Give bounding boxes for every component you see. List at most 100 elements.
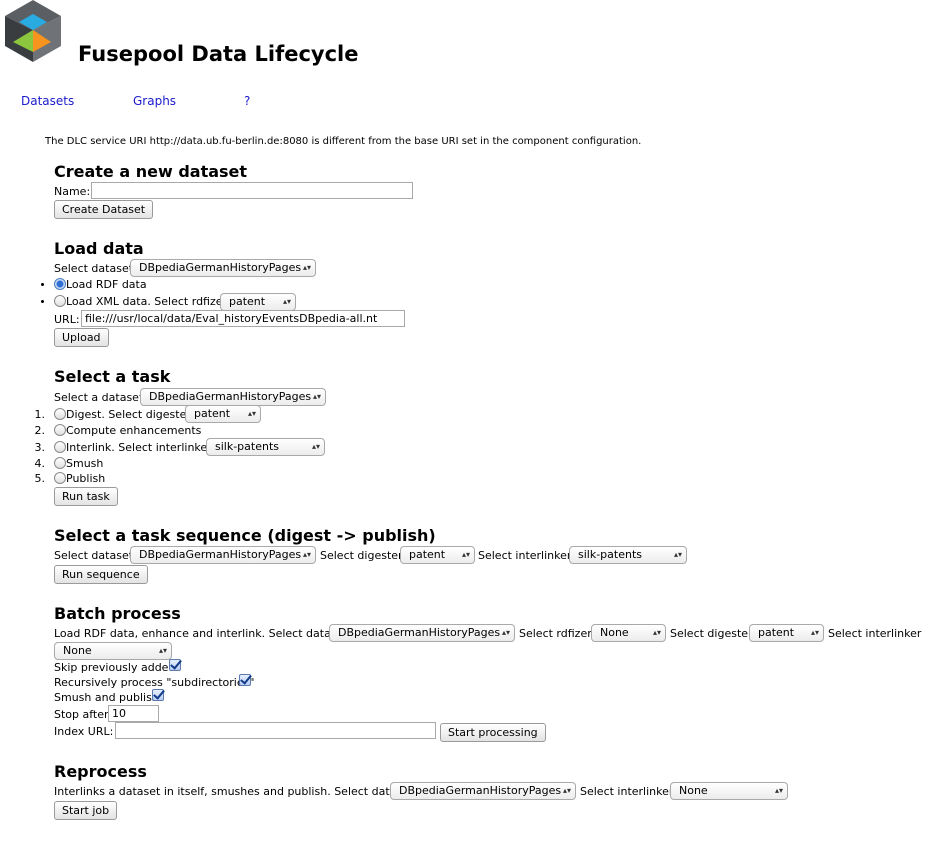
- reprocess-dataset-select[interactable]: DBpediaGermanHistoryPages ▴▾: [390, 782, 576, 800]
- load-xml-label: Load XML data. Select rdfizer: [66, 295, 228, 308]
- task-sequence-heading: Select a task sequence (digest -> publis…: [54, 526, 436, 545]
- task-num: 4.: [34, 457, 46, 470]
- chevron-updown-icon: ▴▾: [774, 786, 783, 795]
- reprocess-dataset-value: DBpediaGermanHistoryPages: [399, 784, 562, 797]
- chevron-updown-icon: ▴▾: [302, 550, 311, 559]
- nav-graphs-link[interactable]: Graphs: [133, 94, 176, 108]
- create-dataset-button[interactable]: Create Dataset: [54, 200, 154, 219]
- seq-interlinker-value: silk-patents: [578, 548, 643, 561]
- rdfizer-select[interactable]: patent ▴▾: [220, 293, 296, 311]
- enhancements-label: Compute enhancements: [66, 424, 202, 437]
- chevron-updown-icon: ▴▾: [673, 550, 682, 559]
- name-label: Name:: [54, 185, 91, 198]
- chevron-updown-icon: ▴▾: [461, 550, 470, 559]
- nav-datasets-link[interactable]: Datasets: [21, 94, 74, 108]
- batch-digester-label: Select digester: [670, 627, 753, 640]
- seq-digester-select[interactable]: patent ▴▾: [400, 546, 475, 564]
- chevron-updown-icon: ▴▾: [810, 628, 819, 637]
- batch-dataset-value: DBpediaGermanHistoryPages: [338, 626, 501, 639]
- load-dataset-value: DBpediaGermanHistoryPages: [139, 261, 302, 274]
- index-url-input[interactable]: [115, 722, 436, 739]
- stop-after-input[interactable]: 10: [108, 705, 159, 722]
- interlink-radio[interactable]: [54, 441, 66, 453]
- smush-publish-label: Smush and publish: [54, 691, 159, 704]
- task-num: 2.: [34, 424, 46, 437]
- chevron-updown-icon: ▴▾: [247, 409, 256, 418]
- smush-radio[interactable]: [54, 457, 66, 469]
- list-bullet: [41, 283, 44, 286]
- batch-rdfizer-select[interactable]: None ▴▾: [591, 624, 666, 642]
- stop-after-label: Stop after: [54, 708, 109, 721]
- task-dataset-value: DBpediaGermanHistoryPages: [149, 390, 312, 403]
- interlinker-select[interactable]: silk-patents ▴▾: [206, 438, 325, 456]
- smush-label: Smush: [66, 457, 104, 470]
- create-dataset-heading: Create a new dataset: [54, 162, 248, 181]
- select-task-heading: Select a task: [54, 367, 171, 386]
- run-sequence-button[interactable]: Run sequence: [54, 565, 148, 584]
- batch-dataset-select[interactable]: DBpediaGermanHistoryPages ▴▾: [329, 624, 515, 642]
- chevron-updown-icon: ▴▾: [501, 628, 510, 637]
- chevron-updown-icon: ▴▾: [311, 442, 320, 451]
- rdfizer-value: patent: [229, 295, 266, 308]
- skip-checkbox[interactable]: [169, 659, 181, 671]
- reprocess-interlinker-select[interactable]: None ▴▾: [670, 782, 788, 800]
- reprocess-interlinker-label: Select interlinker: [580, 785, 674, 798]
- start-job-button[interactable]: Start job: [54, 801, 118, 820]
- task-dataset-select[interactable]: DBpediaGermanHistoryPages ▴▾: [140, 388, 326, 406]
- digester-select[interactable]: patent ▴▾: [185, 405, 261, 423]
- chevron-updown-icon: ▴▾: [158, 646, 167, 655]
- load-dataset-select[interactable]: DBpediaGermanHistoryPages ▴▾: [130, 259, 316, 277]
- run-task-button[interactable]: Run task: [54, 487, 118, 506]
- batch-rdfizer-label: Select rdfizer: [519, 627, 592, 640]
- chevron-updown-icon: ▴▾: [562, 786, 571, 795]
- batch-intro-label: Load RDF data, enhance and interlink. Se…: [54, 627, 348, 640]
- batch-digester-value: patent: [758, 626, 795, 639]
- batch-interlinker-value: None: [63, 644, 92, 657]
- digest-radio[interactable]: [54, 408, 66, 420]
- seq-interlinker-label: Select interlinker: [478, 549, 572, 562]
- digester-value: patent: [194, 407, 231, 420]
- chevron-updown-icon: ▴▾: [312, 392, 321, 401]
- nav-help-link[interactable]: ?: [244, 94, 250, 108]
- skip-label: Skip previously added: [54, 661, 176, 674]
- seq-digester-value: patent: [409, 548, 446, 561]
- batch-digester-select[interactable]: patent ▴▾: [749, 624, 824, 642]
- task-num: 5.: [34, 472, 46, 485]
- digest-label: Digest. Select digester: [66, 408, 191, 421]
- seq-dataset-select[interactable]: DBpediaGermanHistoryPages ▴▾: [130, 546, 316, 564]
- enhancements-radio[interactable]: [54, 424, 66, 436]
- task-num: 3.: [34, 441, 46, 454]
- reprocess-intro-label: Interlinks a dataset in itself, smushes …: [54, 785, 414, 798]
- chevron-updown-icon: ▴▾: [652, 628, 661, 637]
- reprocess-interlinker-value: None: [679, 784, 708, 797]
- interlink-label: Interlink. Select interlinker: [66, 441, 212, 454]
- uri-notice: The DLC service URI http://data.ub.fu-be…: [45, 136, 642, 147]
- recursive-label: Recursively process "subdirectories": [54, 676, 255, 689]
- dataset-name-input[interactable]: [91, 182, 413, 199]
- smush-publish-checkbox[interactable]: [152, 689, 164, 701]
- seq-digester-label: Select digester: [320, 549, 403, 562]
- load-data-heading: Load data: [54, 239, 144, 258]
- batch-process-heading: Batch process: [54, 604, 181, 623]
- url-input[interactable]: file:///usr/local/data/Eval_historyEvent…: [81, 310, 405, 327]
- reprocess-heading: Reprocess: [54, 762, 147, 781]
- batch-rdfizer-value: None: [600, 626, 629, 639]
- upload-button[interactable]: Upload: [54, 328, 109, 347]
- load-rdf-radio[interactable]: [54, 278, 66, 290]
- load-rdf-label: Load RDF data: [66, 278, 147, 291]
- start-processing-button[interactable]: Start processing: [440, 723, 546, 742]
- page-title: Fusepool Data Lifecycle: [78, 42, 359, 66]
- url-label: URL:: [54, 313, 80, 326]
- load-xml-radio[interactable]: [54, 295, 66, 307]
- batch-interlinker-label: Select interlinker: [828, 627, 922, 640]
- seq-interlinker-select[interactable]: silk-patents ▴▾: [569, 546, 687, 564]
- publish-radio[interactable]: [54, 472, 66, 484]
- list-bullet: [41, 300, 44, 303]
- batch-interlinker-select[interactable]: None ▴▾: [54, 642, 172, 660]
- recursive-checkbox[interactable]: [239, 674, 251, 686]
- task-num: 1.: [34, 408, 46, 421]
- load-dataset-label: Select dataset: [54, 262, 134, 275]
- seq-dataset-value: DBpediaGermanHistoryPages: [139, 548, 302, 561]
- interlinker-value: silk-patents: [215, 440, 280, 453]
- index-url-label: Index URL:: [54, 725, 114, 738]
